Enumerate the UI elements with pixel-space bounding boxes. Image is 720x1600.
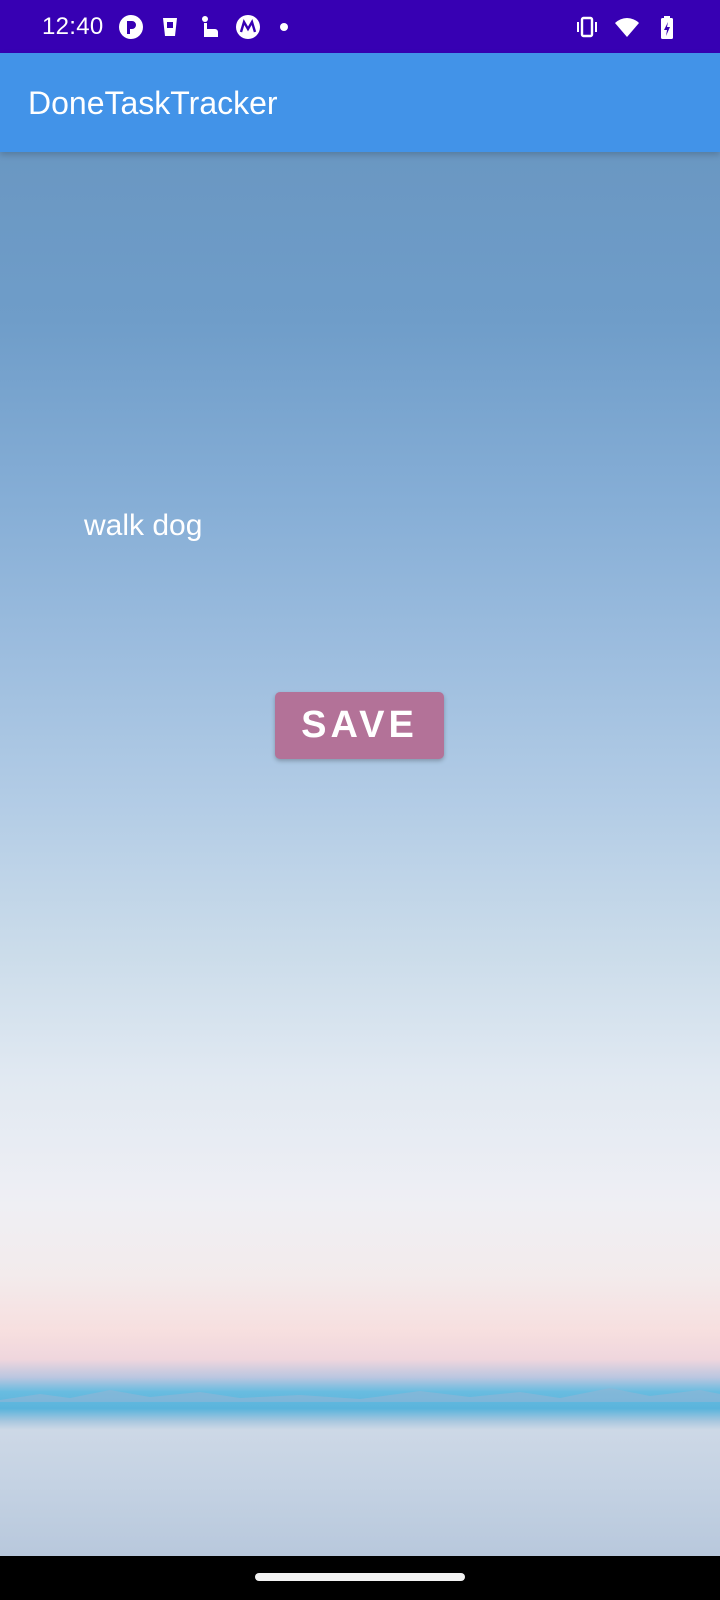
wifi-icon [614, 14, 640, 40]
status-system-icons [574, 12, 680, 42]
home-gesture-handle[interactable] [255, 1573, 465, 1581]
navigation-bar [0, 1556, 720, 1600]
status-time: 12:40 [42, 13, 104, 40]
status-bar: 12:40 [0, 0, 720, 53]
screen: 12:40 DoneTaskTracker walk dog SAVE [0, 0, 720, 1600]
save-button[interactable]: SAVE [275, 692, 444, 759]
horizon-mountains-graphic [0, 1388, 720, 1402]
motorola-icon [235, 14, 261, 40]
vibrate-icon [574, 14, 600, 40]
notification-p-icon [118, 14, 144, 40]
more-dot-icon [280, 23, 288, 31]
touch-gesture-icon [196, 14, 222, 40]
cup-icon [157, 14, 183, 40]
battery-charging-icon [654, 14, 680, 40]
task-name-field[interactable] [84, 508, 484, 544]
task-edit-content: SAVE [0, 152, 720, 1556]
status-notification-icons [118, 12, 288, 42]
app-bar: DoneTaskTracker [0, 53, 720, 152]
app-title: DoneTaskTracker [28, 85, 278, 121]
